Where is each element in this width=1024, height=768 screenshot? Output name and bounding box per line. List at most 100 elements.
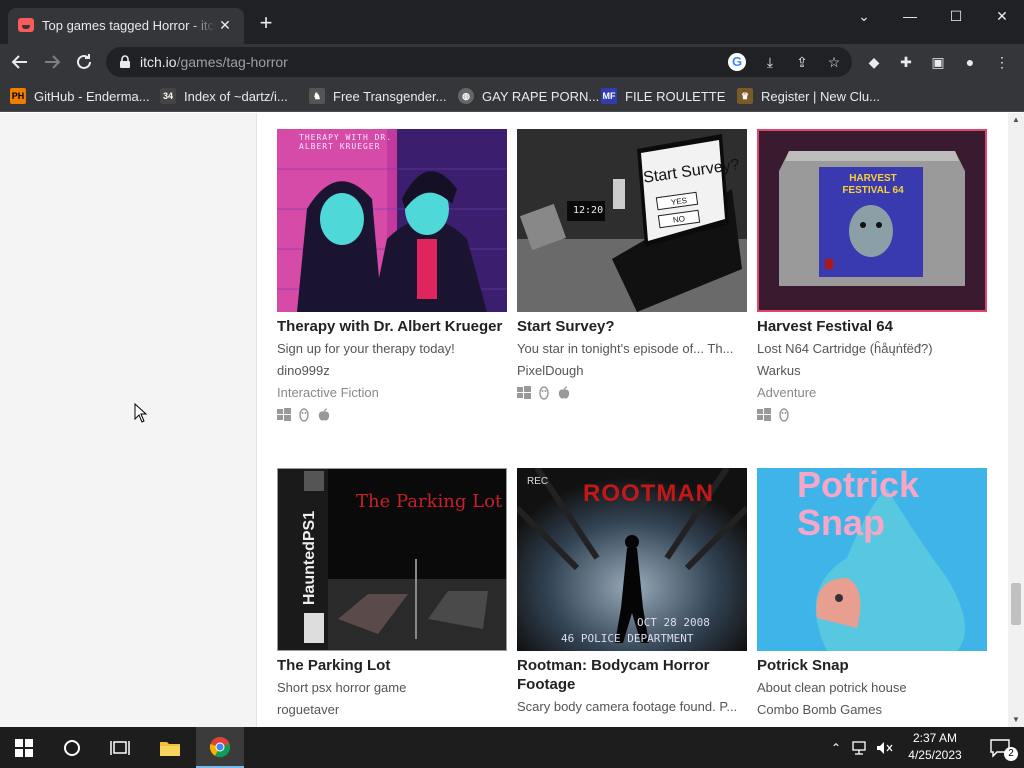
browser-tab-active[interactable]: Top games tagged Horror - itch.io ✕ [8, 8, 244, 44]
game-thumbnail[interactable]: Potrick Snap [757, 468, 987, 651]
back-button[interactable] [8, 50, 32, 74]
windows-icon [277, 408, 291, 422]
install-app-icon[interactable]: ⤓ [760, 52, 780, 72]
side-panel-icon[interactable]: ▣ [928, 52, 948, 72]
bookmark-item[interactable]: ♛ Register | New Clu... [737, 86, 880, 106]
file-explorer-button[interactable] [146, 727, 194, 768]
linux-icon [777, 408, 791, 422]
minimize-button[interactable]: — [898, 6, 922, 26]
game-genre: Interactive Fiction [277, 385, 379, 400]
cover-art-text: Snap [797, 502, 886, 543]
game-author-link[interactable]: PixelDough [517, 362, 747, 380]
back-arrow-icon [11, 55, 27, 69]
browser-toolbar: itch.io/games/tag-horror G ⤓ ⇪ ☆ ◆ ✚ ▣ ●… [0, 44, 1024, 80]
forward-button[interactable] [40, 50, 64, 74]
game-thumbnail[interactable]: The Parking Lot HauntedPS1 [277, 468, 507, 651]
forward-arrow-icon [45, 55, 61, 69]
game-thumbnail[interactable]: ROOTMAN REC OCT 28 2008 46 POLICE DEPART… [517, 468, 747, 651]
bookmark-item[interactable]: ♞ Free Transgender... [309, 86, 446, 106]
close-window-button[interactable]: ✕ [990, 6, 1014, 26]
bookmark-item[interactable]: MF FILE ROULETTE [601, 86, 725, 106]
bookmarks-bar: PH GitHub - Enderma... 34 Index of ~dart… [0, 80, 1024, 112]
cover-art-text: ROOTMAN [583, 480, 714, 507]
new-tab-button[interactable]: + [256, 12, 276, 34]
task-view-button[interactable] [96, 727, 144, 768]
game-card[interactable]: Start Survey? YES NO 12:20 Start Survey?… [517, 129, 747, 400]
cover-art-rec: REC [527, 476, 549, 487]
tab-search-button[interactable]: ⌄ [852, 6, 876, 26]
game-author-link[interactable]: Warkus [757, 362, 987, 380]
game-description: Short psx horror game [277, 680, 407, 695]
start-survey-cover-art [517, 129, 747, 312]
bookmark-item[interactable]: PH GitHub - Enderma... [10, 86, 150, 106]
game-author-link[interactable]: dino999z [277, 362, 507, 380]
start-button[interactable] [0, 727, 48, 768]
page-content: THERAPY WITH DR. ALBERT KRUEGER Therapy … [0, 113, 1008, 727]
google-lens-icon[interactable]: G [728, 53, 746, 71]
game-card[interactable]: ROOTMAN REC OCT 28 2008 46 POLICE DEPART… [517, 468, 747, 716]
game-description: Sign up for your therapy today! [277, 341, 455, 356]
extension-icon[interactable]: ◆ [864, 52, 884, 72]
url-text[interactable]: itch.io/games/tag-horror [140, 54, 288, 70]
share-icon[interactable]: ⇪ [792, 52, 812, 72]
cover-art-text: The Parking Lot [356, 491, 503, 512]
game-title-link[interactable]: Potrick Snap [757, 656, 987, 675]
cover-art-clock: 12:20 [573, 205, 604, 216]
cover-art-text: THERAPY WITH DR. ALBERT KRUEGER [299, 133, 393, 151]
game-card[interactable]: Potrick Snap Potrick Snap About clean po… [757, 468, 987, 719]
cover-art-text: HARVEST FESTIVAL 64 [842, 173, 904, 196]
scroll-up-arrow-icon[interactable]: ▲ [1008, 113, 1024, 127]
system-clock[interactable]: 2:37 AM 4/25/2023 [900, 730, 970, 764]
chrome-logo-icon [209, 736, 231, 757]
bookmark-favicon-icon: MF [601, 88, 617, 104]
platform-icons [517, 386, 747, 400]
maximize-button[interactable]: ☐ [944, 6, 968, 26]
bookmark-item[interactable]: 34 Index of ~dartz/i... [160, 86, 288, 106]
game-title-link[interactable]: Harvest Festival 64 [757, 317, 987, 336]
cover-art-text: Potrick [797, 468, 920, 505]
search-button[interactable] [48, 727, 96, 768]
bookmark-favicon-icon: ♞ [309, 88, 325, 104]
clock-date: 4/25/2023 [908, 748, 962, 762]
scroll-down-arrow-icon[interactable]: ▼ [1008, 713, 1024, 727]
bookmark-favicon-icon: PH [10, 88, 26, 104]
bookmark-star-icon[interactable]: ☆ [824, 52, 844, 72]
game-card[interactable]: The Parking Lot HauntedPS1 The Parking L… [277, 468, 507, 719]
game-title-link[interactable]: Rootman: Bodycam Horror Footage [517, 656, 747, 694]
scrollbar-thumb[interactable] [1011, 583, 1021, 625]
game-description: You star in tonight's episode of... Th..… [517, 341, 734, 356]
game-thumbnail[interactable]: Start Survey? YES NO 12:20 [517, 129, 747, 312]
windows-icon [517, 386, 531, 400]
game-author-link[interactable]: roguetaver [277, 701, 507, 719]
mouse-cursor-icon [134, 403, 148, 423]
game-description: About clean potrick house [757, 680, 907, 695]
folder-icon [160, 741, 180, 756]
game-title-link[interactable]: Therapy with Dr. Albert Krueger [277, 317, 507, 336]
bookmark-item[interactable]: ◍ GAY RAPE PORN... [458, 86, 599, 106]
extensions-puzzle-icon[interactable]: ✚ [896, 52, 916, 72]
game-title-link[interactable]: The Parking Lot [277, 656, 507, 675]
tab-close-icon[interactable]: ✕ [216, 16, 234, 34]
network-icon[interactable] [848, 727, 872, 768]
action-center-button[interactable]: 2 [976, 727, 1024, 768]
game-card[interactable]: HARVEST FESTIVAL 64 Harvest Festival 64 … [757, 129, 987, 422]
address-bar[interactable]: itch.io/games/tag-horror G ⤓ ⇪ ☆ [106, 47, 852, 77]
reload-button[interactable] [72, 50, 96, 74]
game-card[interactable]: THERAPY WITH DR. ALBERT KRUEGER Therapy … [277, 129, 507, 422]
game-author-link[interactable]: Combo Bomb Games [757, 701, 987, 719]
show-hidden-icons-chevron-icon[interactable]: ⌃ [824, 727, 848, 768]
therapy-cover-art [277, 129, 507, 312]
notification-count-badge: 2 [1004, 747, 1018, 761]
chrome-menu-icon[interactable]: ⋮ [992, 52, 1012, 72]
game-title-link[interactable]: Start Survey? [517, 317, 747, 336]
game-thumbnail[interactable]: THERAPY WITH DR. ALBERT KRUEGER [277, 129, 507, 312]
windows-icon [757, 408, 771, 422]
game-thumbnail[interactable]: HARVEST FESTIVAL 64 [757, 129, 987, 312]
chrome-taskbar-button[interactable] [196, 727, 244, 768]
itch-favicon-icon [18, 18, 34, 32]
profile-avatar-icon[interactable]: ● [960, 52, 980, 72]
cover-art-dept: 46 POLICE DEPARTMENT [561, 632, 694, 645]
page-scrollbar[interactable]: ▲ ▼ [1008, 113, 1024, 727]
volume-muted-icon[interactable] [872, 727, 896, 768]
lock-icon[interactable] [118, 55, 132, 69]
